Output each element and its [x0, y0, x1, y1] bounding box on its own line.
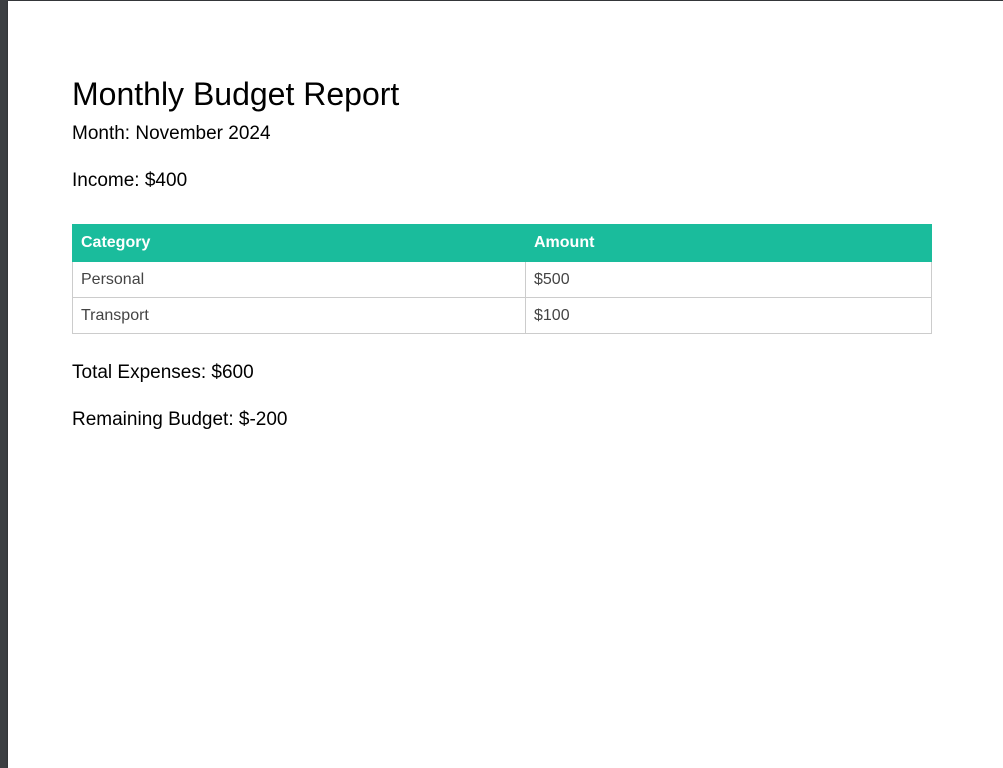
report-month: Month: November 2024 — [72, 123, 271, 144]
column-header-amount: Amount — [525, 224, 932, 262]
table-cell-amount: $500 — [525, 261, 932, 298]
table-cell-amount: $100 — [525, 297, 932, 334]
document-page: Monthly Budget Report Month: November 20… — [8, 1, 1003, 768]
total-expenses: Total Expenses: $600 — [72, 362, 254, 383]
income-value: Income: $400 — [72, 170, 188, 191]
document-viewer: Monthly Budget Report Month: November 20… — [0, 0, 1003, 768]
report-content: Monthly Budget Report Month: November 20… — [72, 75, 932, 431]
table-row: Personal $500 — [72, 261, 932, 298]
expenses-table: Category Amount Personal $500 Transport … — [72, 224, 932, 334]
table-cell-category: Personal — [72, 261, 526, 298]
remaining-budget: Remaining Budget: $-200 — [72, 409, 288, 430]
table-cell-category: Transport — [72, 297, 526, 334]
table-row: Transport $100 — [72, 297, 932, 334]
column-header-category: Category — [72, 224, 526, 262]
table-header-row: Category Amount — [72, 224, 932, 262]
page-title: Monthly Budget Report — [72, 76, 400, 112]
